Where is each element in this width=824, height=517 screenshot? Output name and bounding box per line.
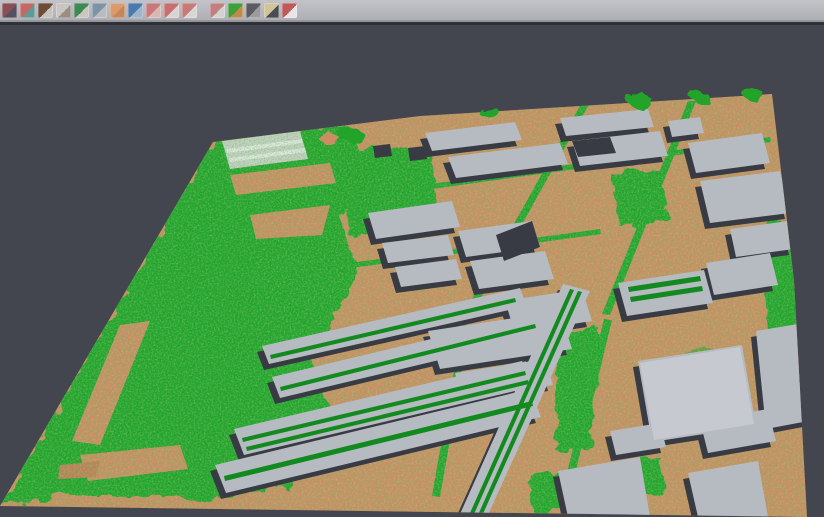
application-window [0, 0, 824, 517]
vegetation-hill-icon[interactable] [74, 3, 89, 18]
3d-viewport[interactable] [0, 25, 824, 517]
align-tool-icon[interactable] [20, 3, 35, 18]
classification-icon[interactable] [228, 3, 243, 18]
orthophoto-icon[interactable] [110, 3, 125, 18]
layers-icon[interactable] [146, 3, 161, 18]
terrain-dem-icon[interactable] [38, 3, 53, 18]
profile-section-icon[interactable] [92, 3, 107, 18]
axes-move-icon[interactable] [264, 3, 279, 18]
ring-select-icon[interactable] [164, 3, 179, 18]
render-camera-icon[interactable] [246, 3, 261, 18]
marquee-select-icon[interactable] [182, 3, 197, 18]
classified-mesh-render [0, 25, 824, 517]
lasso-select-icon[interactable] [210, 3, 225, 18]
cloud-import-icon[interactable] [2, 3, 17, 18]
flag-icon[interactable] [282, 3, 297, 18]
globe-icon[interactable] [128, 3, 143, 18]
sparse-points-icon[interactable] [56, 3, 71, 18]
main-toolbar [0, 0, 824, 20]
